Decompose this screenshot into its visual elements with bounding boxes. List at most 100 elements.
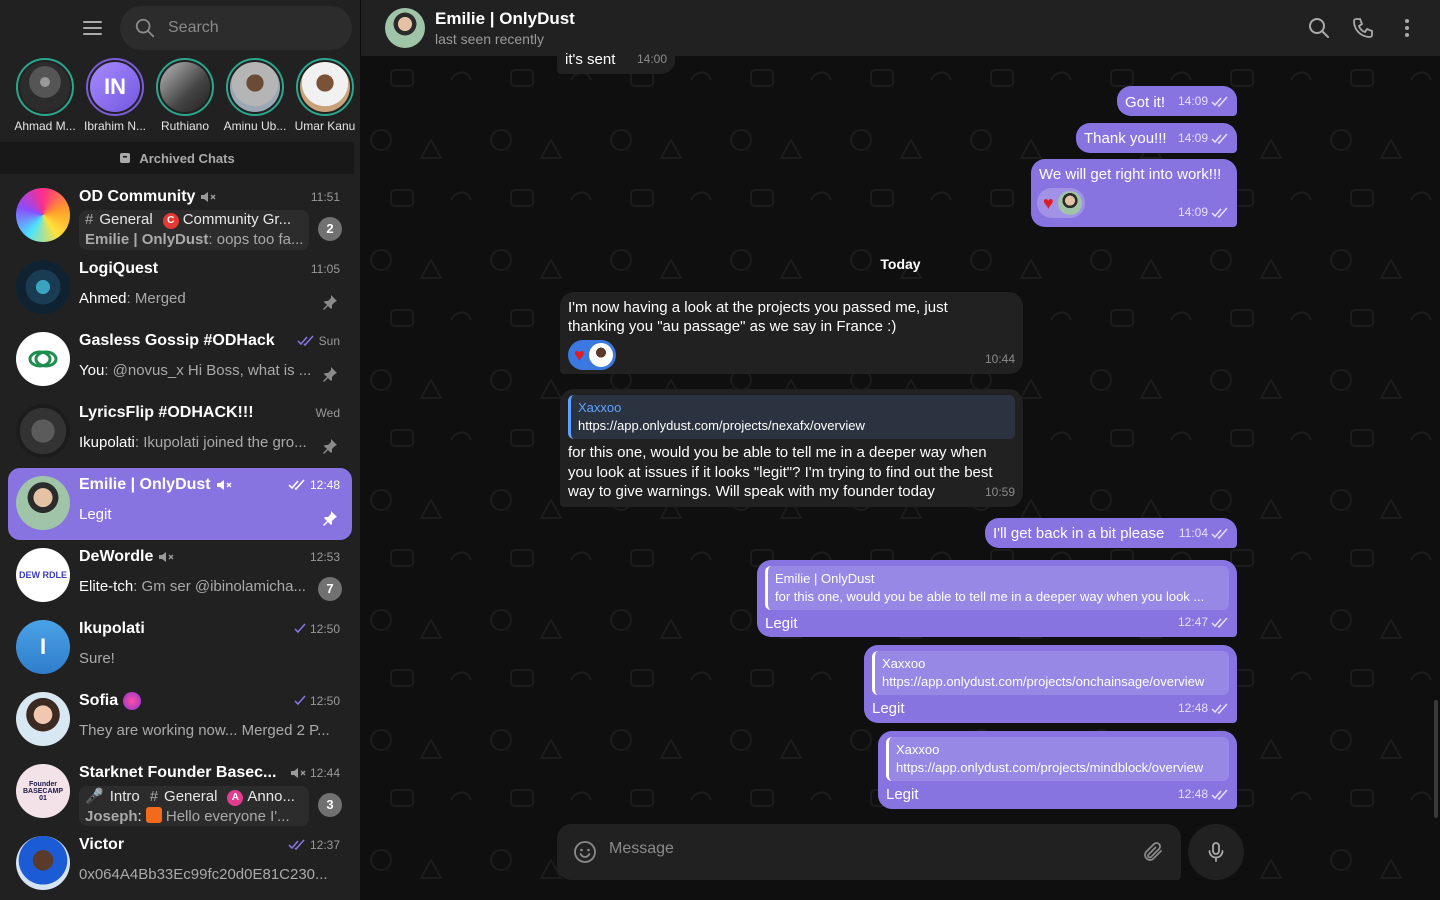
preview-sender: Elite-tch xyxy=(79,578,134,595)
chat-title-row: DeWordle xyxy=(79,548,174,566)
story-umar[interactable]: Umar Kanu xyxy=(290,58,360,133)
chat-title: Victor xyxy=(79,836,125,853)
message-text: Legit xyxy=(765,615,798,632)
chat-item-starknet-founder-basecamp[interactable]: Founder BASECAMP 01 Starknet Founder Bas… xyxy=(8,756,352,828)
chat-item-gasless-gossip[interactable]: Gasless Gossip #ODHack Sun You: @novus_x… xyxy=(8,324,352,396)
message-meta: 12:47 xyxy=(1178,613,1229,632)
story-ibrahim[interactable]: IN Ibrahim N... xyxy=(80,58,150,133)
chat-item-victor[interactable]: Victor 12:37 0x064A4Bb33Ec99fc20d0E81C23… xyxy=(8,828,352,900)
message-meta: 14:09 xyxy=(1178,203,1229,222)
reaction-chip[interactable]: ♥ xyxy=(1037,188,1085,218)
message-text: it's sent xyxy=(565,51,616,68)
attach-icon[interactable] xyxy=(1141,840,1165,864)
heart-emoji-icon xyxy=(123,692,142,710)
stories-row: Ahmad M... IN Ibrahim N... Ruthiano Amin… xyxy=(0,56,360,136)
message-outgoing[interactable]: I'll get back in a bit please 11:04 xyxy=(985,518,1237,548)
topic-preview: Emilie | OnlyDust: oops too fa... xyxy=(85,231,305,248)
chat-area: Emilie | OnlyDust last seen recently it'… xyxy=(361,0,1440,900)
chat-item-sofia[interactable]: Sofia 12:50 They are working now... Merg… xyxy=(8,684,352,756)
muted-icon xyxy=(290,768,306,778)
message-outgoing[interactable]: Got it! 14:09 xyxy=(1117,86,1237,116)
chat-item-emilie[interactable]: Emilie | OnlyDust 12:48 Legit xyxy=(8,468,352,540)
message-outgoing[interactable]: We will get right into work!!! ♥ 14:09 xyxy=(1031,159,1237,227)
check-icon xyxy=(294,623,306,634)
message-outgoing[interactable]: Emilie | OnlyDust for this one, would yo… xyxy=(757,560,1237,637)
search-box[interactable] xyxy=(120,6,352,50)
record-voice-button[interactable] xyxy=(1188,824,1244,880)
reaction-chip[interactable]: ♥ xyxy=(568,340,616,370)
message-text: Thank you!!! xyxy=(1084,130,1167,147)
message-outgoing[interactable]: Thank you!!! 14:09 xyxy=(1076,123,1237,153)
avatar xyxy=(20,62,70,112)
chat-preview: 0x064A4Bb33Ec99fc20d0E81C230... xyxy=(79,866,328,883)
chat-title: Gasless Gossip #ODHack xyxy=(79,332,275,349)
message-incoming[interactable]: I'm now having a look at the projects yo… xyxy=(560,292,1023,374)
chat-time-row: Sun xyxy=(297,334,340,348)
preview-sender: Joseph xyxy=(85,808,138,825)
avatar: I xyxy=(16,620,70,674)
menu-icon-bar xyxy=(82,27,102,29)
avatar xyxy=(16,692,70,746)
message-incoming[interactable]: it's sent 14:00 xyxy=(557,44,675,74)
search-icon[interactable] xyxy=(1307,16,1331,40)
mic-topic-icon: 🎤 xyxy=(85,788,104,805)
search-input[interactable] xyxy=(168,19,338,37)
reply-preview[interactable]: Emilie | OnlyDust for this one, would yo… xyxy=(765,566,1229,610)
message-meta: 14:09 xyxy=(1178,129,1229,148)
chat-header[interactable]: Emilie | OnlyDust last seen recently xyxy=(361,0,1440,56)
archived-chats-button[interactable]: Archived Chats xyxy=(0,142,354,174)
message-outgoing[interactable]: Xaxxoo https://app.onlydust.com/projects… xyxy=(864,645,1237,723)
scrollbar[interactable] xyxy=(1434,700,1438,818)
menu-button[interactable] xyxy=(72,16,112,40)
message-text: I'm now having a look at the projects yo… xyxy=(568,299,948,316)
chat-item-lyricsflip[interactable]: LyricsFlip #ODHACK!!! Wed Ikupolati: Iku… xyxy=(8,396,352,468)
avatar: DEW RDLE xyxy=(16,548,70,602)
avatar xyxy=(1057,191,1082,215)
avatar xyxy=(300,62,350,112)
chat-time: Wed xyxy=(315,406,340,420)
reply-preview[interactable]: Xaxxoo https://app.onlydust.com/projects… xyxy=(886,737,1229,781)
search-icon xyxy=(135,18,155,38)
topic-name: General xyxy=(99,211,153,228)
more-icon[interactable] xyxy=(1395,16,1419,40)
chat-time-row: 12:50 xyxy=(294,622,340,636)
chat-title: OD Community xyxy=(79,188,196,205)
chat-time: 12:50 xyxy=(309,694,340,708)
unread-badge: 7 xyxy=(318,577,342,601)
chat-title-row: Emilie | OnlyDust xyxy=(79,476,232,494)
chat-item-ikupolati[interactable]: I Ikupolati 12:50 Sure! xyxy=(8,612,352,684)
message-meta: 12:48 xyxy=(1178,699,1229,718)
reply-preview[interactable]: Xaxxoo https://app.onlydust.com/projects… xyxy=(872,651,1229,695)
reply-author: Xaxxoo xyxy=(896,742,940,757)
reply-preview[interactable]: Xaxxoo https://app.onlydust.com/projects… xyxy=(568,395,1015,439)
message-incoming[interactable]: Xaxxoo https://app.onlydust.com/projects… xyxy=(560,389,1023,507)
message-outgoing[interactable]: Xaxxoo https://app.onlydust.com/projects… xyxy=(878,731,1237,809)
pin-icon xyxy=(323,439,337,454)
chat-title: Ikupolati xyxy=(79,620,145,637)
reply-text: https://app.onlydust.com/projects/mindbl… xyxy=(896,760,1204,775)
message-text: you look at issues if it looks "legit"? … xyxy=(568,464,993,481)
chat-item-logiquest[interactable]: LogiQuest 11:05 Ahmed: Merged xyxy=(8,252,352,324)
chat-time: Sun xyxy=(318,334,340,348)
avatar xyxy=(230,62,280,112)
avatar xyxy=(16,260,70,314)
chat-preview: Legit xyxy=(79,506,112,523)
avatar[interactable] xyxy=(385,8,425,48)
story-ahmad[interactable]: Ahmad M... xyxy=(10,58,80,133)
phone-icon[interactable] xyxy=(1351,16,1375,40)
preview-text: Hello everyone I'... xyxy=(165,808,290,825)
chat-time: 12:37 xyxy=(309,838,340,852)
avatar: Founder BASECAMP 01 xyxy=(16,764,70,818)
chat-header-status: last seen recently xyxy=(435,31,544,47)
emoji-icon[interactable] xyxy=(573,840,597,864)
story-aminu[interactable]: Aminu Ub... xyxy=(220,58,290,133)
message-input[interactable] xyxy=(609,840,1129,858)
chat-item-od-community[interactable]: OD Community 11:51 # General C Community Gr… xyxy=(8,180,352,252)
chat-preview: Ahmed: Merged xyxy=(79,290,186,307)
message-time: 12:48 xyxy=(1177,701,1208,715)
message-time: 12:47 xyxy=(1177,615,1208,629)
story-ruthiano[interactable]: Ruthiano xyxy=(150,58,220,133)
chat-header-name: Emilie | OnlyDust xyxy=(435,9,575,28)
chat-item-dewordle[interactable]: DEW RDLE DeWordle 12:53 Elite-tch: Gm se… xyxy=(8,540,352,612)
preview-sender: You xyxy=(79,362,105,379)
